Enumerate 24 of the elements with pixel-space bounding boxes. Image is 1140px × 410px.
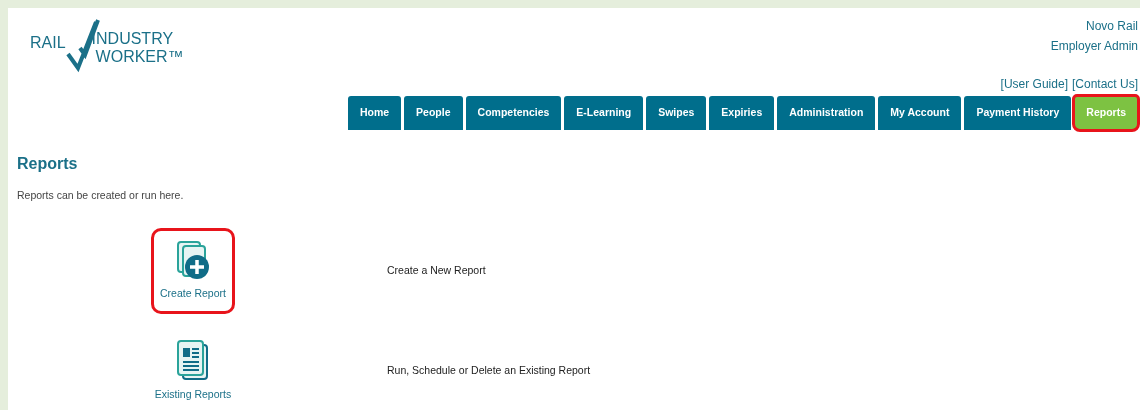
- intro-text: Reports can be created or run here.: [17, 188, 185, 203]
- nav-tab[interactable]: Expiries: [709, 96, 775, 130]
- logo-text: INDUSTRY: [91, 30, 175, 48]
- nav-tab[interactable]: Competencies: [465, 96, 562, 130]
- nav-tab[interactable]: E-Learning: [564, 96, 644, 130]
- nav-tab[interactable]: People: [404, 96, 463, 130]
- add-document-icon: [176, 239, 210, 280]
- nav-tab[interactable]: Home: [347, 96, 402, 130]
- nav-tab[interactable]: Administration: [777, 96, 876, 130]
- report-description: Run, Schedule or Delete an Existing Report: [387, 362, 591, 378]
- nav-tab[interactable]: Swipes: [646, 96, 707, 130]
- nav-tab[interactable]: Payment History: [964, 96, 1072, 130]
- report-option[interactable]: Create Report: [151, 227, 235, 314]
- nav-tab[interactable]: My Account: [878, 96, 962, 130]
- user-role: Employer Admin: [1050, 38, 1138, 55]
- logo-text: RAIL: [30, 34, 66, 52]
- report-option[interactable]: Existing Reports: [151, 327, 235, 410]
- company-name: Novo Rail: [1085, 18, 1138, 35]
- report-document-icon: [176, 338, 210, 381]
- page-title: Reports: [17, 154, 79, 174]
- report-description: Create a New Report: [387, 262, 486, 278]
- logo-text: WORKER™: [95, 48, 184, 66]
- header-link[interactable]: [User Guide]: [1000, 74, 1068, 94]
- header-link[interactable]: [Contact Us]: [1071, 74, 1138, 94]
